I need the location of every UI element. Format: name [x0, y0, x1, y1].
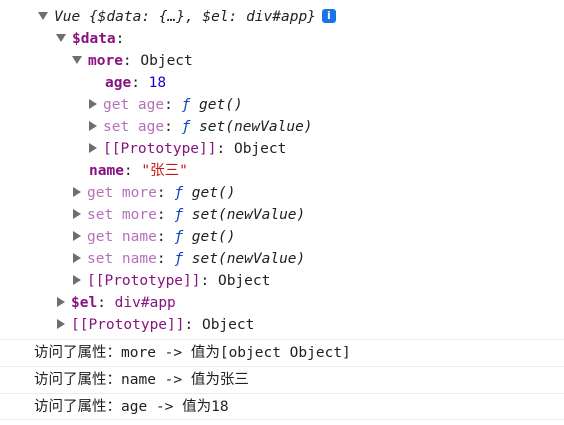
- more-value: Object: [140, 53, 193, 69]
- expand-triangle-icon[interactable]: [73, 231, 81, 241]
- set-more-value: set(newValue): [191, 207, 306, 223]
- tree-row-get-name[interactable]: get name: ƒ get(): [0, 226, 235, 248]
- expand-triangle-icon[interactable]: [89, 143, 97, 153]
- data-prototype-value: Object: [217, 273, 271, 289]
- tree-row-data[interactable]: $data:: [0, 28, 124, 50]
- more-prototype-value: Object: [233, 141, 287, 157]
- el-key: $el: [71, 295, 98, 311]
- expand-triangle-icon[interactable]: [89, 99, 97, 109]
- vue-preview: {$data: {…}, $el: div#app}: [88, 9, 316, 25]
- tree-row-age: age: 18: [105, 75, 167, 91]
- tree-row-more[interactable]: more: Object: [0, 50, 193, 72]
- more-key: more: [88, 53, 123, 69]
- tree-row-name: name: "张三": [89, 163, 188, 179]
- expand-triangle-icon[interactable]: [73, 187, 81, 197]
- more-prototype-key: [[Prototype]]: [103, 141, 217, 157]
- expand-triangle-icon[interactable]: [89, 121, 97, 131]
- collapse-triangle-icon[interactable]: [56, 34, 66, 42]
- info-icon[interactable]: i: [321, 9, 336, 23]
- expand-triangle-icon[interactable]: [73, 209, 81, 219]
- expand-triangle-icon[interactable]: [57, 297, 65, 307]
- set-more-key: set more: [87, 207, 157, 223]
- get-more-value: get(): [191, 185, 236, 201]
- expand-triangle-icon[interactable]: [57, 319, 65, 329]
- expand-triangle-icon[interactable]: [73, 253, 81, 263]
- function-f-icon: ƒ: [174, 185, 184, 201]
- tree-row-data-prototype[interactable]: [[Prototype]]: Object: [0, 270, 270, 292]
- expand-triangle-icon[interactable]: [73, 275, 81, 285]
- collapse-triangle-icon[interactable]: [72, 56, 82, 64]
- root-prototype-value: Object: [201, 317, 255, 333]
- get-age-key: get age: [103, 97, 165, 113]
- function-f-icon: ƒ: [174, 251, 184, 267]
- tree-row-more-prototype[interactable]: [[Prototype]]: Object: [0, 138, 286, 160]
- name-value: "张三": [141, 163, 188, 179]
- tree-root-row[interactable]: Vue {$data: {…}, $el: div#app} i: [0, 6, 336, 28]
- set-age-value: set(newValue): [199, 119, 313, 135]
- el-value[interactable]: div#app: [115, 295, 176, 311]
- get-age-value: get(): [199, 97, 243, 113]
- tree-row-set-age[interactable]: set age: ƒ set(newValue): [0, 116, 313, 138]
- data-prototype-key: [[Prototype]]: [87, 273, 201, 289]
- tree-row-get-more[interactable]: get more: ƒ get(): [0, 182, 235, 204]
- age-value: 18: [148, 75, 167, 91]
- console-message: 访问了属性：age -> 值为18: [0, 393, 564, 420]
- tree-row-root-prototype[interactable]: [[Prototype]]: Object: [0, 314, 254, 336]
- function-f-icon: ƒ: [174, 229, 184, 245]
- console-message: 访问了属性：more -> 值为[object Object]: [0, 339, 564, 366]
- collapse-triangle-icon[interactable]: [38, 12, 48, 20]
- get-more-key: get more: [87, 185, 157, 201]
- tree-row-set-more[interactable]: set more: ƒ set(newValue): [0, 204, 305, 226]
- root-prototype-key: [[Prototype]]: [71, 317, 185, 333]
- tree-row-get-age[interactable]: get age: ƒ get(): [0, 94, 243, 116]
- data-key: $data: [72, 31, 116, 47]
- set-name-value: set(newValue): [191, 251, 306, 267]
- tree-row-set-name[interactable]: set name: ƒ set(newValue): [0, 248, 305, 270]
- function-f-icon: ƒ: [181, 119, 191, 135]
- get-name-key: get name: [87, 229, 157, 245]
- console-message: 访问了属性：name -> 值为张三: [0, 366, 564, 393]
- get-name-value: get(): [191, 229, 236, 245]
- name-key: name: [89, 163, 124, 179]
- age-key: age: [105, 75, 132, 91]
- tree-row-el[interactable]: $el: div#app: [0, 292, 176, 314]
- set-name-key: set name: [87, 251, 157, 267]
- vue-type-name: Vue: [54, 9, 81, 25]
- function-f-icon: ƒ: [181, 97, 191, 113]
- function-f-icon: ƒ: [174, 207, 184, 223]
- set-age-key: set age: [103, 119, 165, 135]
